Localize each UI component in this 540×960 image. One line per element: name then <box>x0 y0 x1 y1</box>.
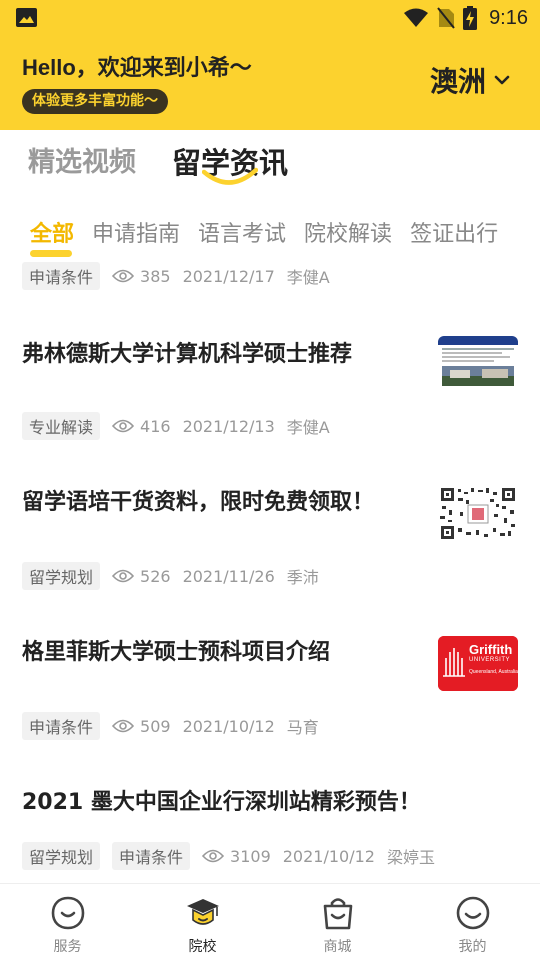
eye-icon <box>112 569 135 583</box>
category-tab-label: 语言考试 <box>198 222 287 247</box>
news-title: 弗林德斯大学计算机科学硕士推荐 <box>22 342 353 367</box>
view-count: 416 <box>112 417 171 436</box>
news-meta: 留学规划 526 2021/11/26 季沛 <box>22 562 319 590</box>
news-tag: 申请条件 <box>112 842 191 870</box>
feature-pill-button[interactable]: 体验更多丰富功能～ <box>22 89 168 114</box>
news-meta: 留学规划 申请条件 3109 2021/10/12 梁婷玉 <box>22 842 435 870</box>
active-category-indicator <box>30 250 72 257</box>
category-tab-label: 全部 <box>30 222 75 247</box>
griffith-logo-text: Griffith UNIVERSITY Queensland, Australi… <box>469 643 519 675</box>
category-tab-all[interactable]: 全部 <box>30 216 75 257</box>
nav-label: 服务 <box>53 939 82 955</box>
greeting-text: Hello，欢迎来到小希～ <box>22 55 252 80</box>
qr-code-thumbnail <box>438 486 518 541</box>
nav-label: 我的 <box>458 939 487 955</box>
griffith-logo-sub: UNIVERSITY <box>469 657 511 663</box>
news-tag: 专业解读 <box>22 412 101 440</box>
category-tab-visa-travel[interactable]: 签证出行 <box>410 216 498 248</box>
graduation-cap-icon <box>186 899 219 925</box>
category-tab-label: 申请指南 <box>92 222 181 247</box>
news-meta: 专业解读 416 2021/12/13 李健A <box>22 412 330 440</box>
news-date: 2021/12/13 <box>182 416 275 436</box>
news-thumbnail-campus <box>438 336 518 391</box>
tab-label: 精选视频 <box>28 147 136 178</box>
no-sim-icon <box>437 7 455 29</box>
campus-photo-thumbnail <box>438 336 518 391</box>
news-author: 李健A <box>286 268 330 287</box>
news-title: 留学语培干货资料，限时免费领取！ <box>22 490 375 515</box>
category-tabs: 全部 申请指南 语言考试 院校解读 签证出行 <box>30 216 498 257</box>
bottom-navigation: 服务 院校 商城 我的 <box>0 883 540 960</box>
shopping-bag-icon <box>323 898 352 930</box>
news-tag: 申请条件 <box>22 262 101 290</box>
news-title: 2021 墨大中国企业行深圳站精彩预告！ <box>22 790 421 815</box>
nav-schools[interactable]: 院校 <box>135 884 270 960</box>
wifi-icon <box>404 8 429 27</box>
news-tag: 申请条件 <box>22 712 101 740</box>
news-tag: 留学规划 <box>22 842 101 870</box>
views-value: 385 <box>140 266 171 286</box>
views-value: 509 <box>140 716 171 736</box>
smile-icon <box>51 896 84 930</box>
views-value: 526 <box>140 566 171 586</box>
news-author: 李健A <box>286 418 330 437</box>
app-header: 9:16 Hello，欢迎来到小希～ 体验更多丰富功能～ 澳洲 <box>0 0 540 130</box>
gallery-notification-icon <box>16 8 37 27</box>
tab-study-news[interactable]: 留学资讯 <box>172 140 288 185</box>
view-count: 526 <box>112 567 171 586</box>
griffith-logo-name: Griffith <box>469 642 513 657</box>
status-time: 9:16 <box>489 6 528 29</box>
category-tab-application-guide[interactable]: 申请指南 <box>92 216 180 248</box>
region-label: 澳洲 <box>429 65 486 98</box>
battery-charging-icon <box>463 6 478 30</box>
profile-smile-icon <box>456 896 489 930</box>
news-meta: 申请条件 509 2021/10/12 马育 <box>22 712 319 740</box>
news-author: 梁婷玉 <box>386 848 435 867</box>
status-bar: 9:16 <box>0 0 540 36</box>
segment-tabs: 精选视频 留学资讯 <box>28 140 288 185</box>
views-value: 416 <box>140 416 171 436</box>
griffith-logo-place: Queensland, Australia <box>469 669 518 675</box>
views-value: 3109 <box>230 846 271 866</box>
active-tab-swoosh <box>202 167 258 185</box>
news-date: 2021/10/12 <box>282 846 375 866</box>
eye-icon <box>202 849 225 863</box>
nav-label: 院校 <box>188 939 217 955</box>
region-selector[interactable]: 澳洲 <box>430 60 510 100</box>
eye-icon <box>112 419 135 433</box>
nav-profile[interactable]: 我的 <box>405 884 540 960</box>
news-thumbnail-qr <box>438 486 518 541</box>
news-date: 2021/10/12 <box>182 716 275 736</box>
news-author: 马育 <box>286 718 319 737</box>
view-count: 509 <box>112 717 171 736</box>
news-title: 格里菲斯大学硕士预科项目介绍 <box>22 640 331 665</box>
nav-shop[interactable]: 商城 <box>270 884 405 960</box>
category-tab-language-exams[interactable]: 语言考试 <box>198 216 286 248</box>
view-count: 385 <box>112 267 171 286</box>
news-author: 季沛 <box>286 568 319 587</box>
nav-services[interactable]: 服务 <box>0 884 135 960</box>
news-date: 2021/12/17 <box>182 266 275 286</box>
category-tab-label: 院校解读 <box>304 222 393 247</box>
nav-label: 商城 <box>323 939 352 955</box>
news-date: 2021/11/26 <box>182 566 275 586</box>
news-meta: 申请条件 385 2021/12/17 李健A <box>22 262 330 290</box>
tab-featured-videos[interactable]: 精选视频 <box>28 140 136 182</box>
category-tab-label: 签证出行 <box>410 222 499 247</box>
main-content: 精选视频 留学资讯 全部 申请指南 语言考试 院校解读 签证出行 申请条件 38… <box>0 130 540 883</box>
eye-icon <box>112 719 135 733</box>
chevron-down-icon <box>494 75 510 85</box>
status-right: 9:16 <box>403 6 528 30</box>
view-count: 3109 <box>202 847 271 866</box>
eye-icon <box>112 269 135 283</box>
news-tag: 留学规划 <box>22 562 101 590</box>
category-tab-school-reviews[interactable]: 院校解读 <box>304 216 392 248</box>
